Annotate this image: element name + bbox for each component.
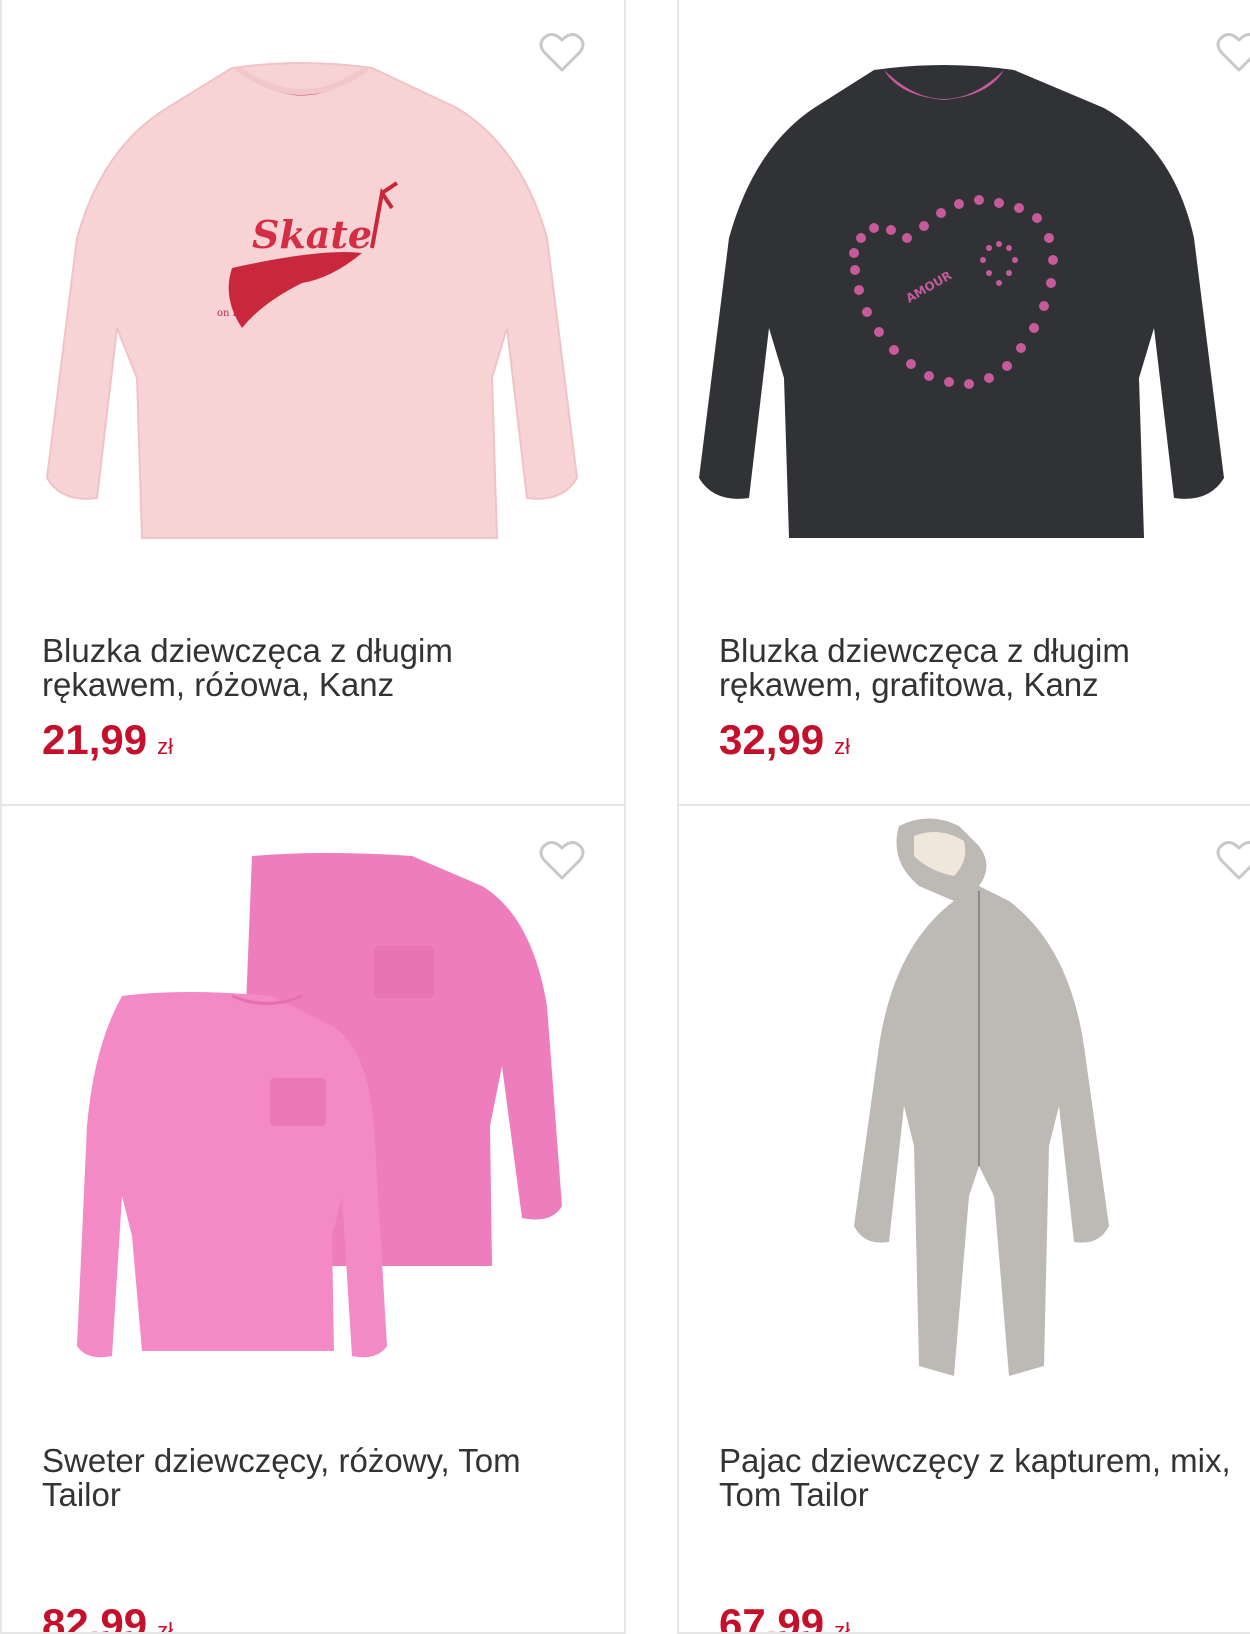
price-value: 32,99: [719, 716, 825, 763]
price-currency: zł: [834, 1618, 850, 1634]
price-currency: zł: [157, 734, 173, 759]
product-card[interactable]: AMOUR Bluzka dziewczęca z długim rękawem…: [677, 0, 1250, 808]
heart-outline-icon[interactable]: [538, 30, 586, 74]
product-card[interactable]: Sweter dziewczęcy, różowy, Tom Tailor 82…: [0, 804, 626, 1634]
product-image[interactable]: [679, 806, 1250, 1406]
product-image[interactable]: AMOUR: [679, 0, 1250, 598]
heart-outline-icon[interactable]: [1215, 838, 1250, 882]
price-currency: zł: [834, 734, 850, 759]
product-title[interactable]: Bluzka dziewczęca z długim rękawem, różo…: [42, 634, 602, 702]
product-price: 67,99 zł: [719, 1600, 850, 1634]
product-card[interactable]: Pajac dziewczęcy z kapturem, mix, Tom Ta…: [677, 804, 1250, 1634]
print-small-text: on ice: [217, 308, 247, 319]
price-value: 67,99: [719, 1600, 825, 1634]
product-image[interactable]: [2, 806, 602, 1406]
product-image[interactable]: Skate on ice: [2, 0, 602, 598]
product-grid: Skate on ice Bluzka dziewczęca z długim …: [0, 0, 1250, 1634]
product-price: 82,99 zł: [42, 1600, 173, 1634]
product-price: 21,99 zł: [42, 716, 173, 764]
heart-outline-icon[interactable]: [538, 838, 586, 882]
product-title[interactable]: Bluzka dziewczęca z długim rękawem, graf…: [719, 634, 1250, 702]
product-title[interactable]: Sweter dziewczęcy, różowy, Tom Tailor: [42, 1444, 602, 1512]
print-text: Skate: [252, 212, 372, 257]
price-value: 82,99: [42, 1600, 148, 1634]
product-price: 32,99 zł: [719, 716, 850, 764]
product-card[interactable]: Skate on ice Bluzka dziewczęca z długim …: [0, 0, 626, 808]
product-title[interactable]: Pajac dziewczęcy z kapturem, mix, Tom Ta…: [719, 1444, 1250, 1512]
price-currency: zł: [157, 1618, 173, 1634]
heart-outline-icon[interactable]: [1215, 30, 1250, 74]
price-value: 21,99: [42, 716, 148, 763]
